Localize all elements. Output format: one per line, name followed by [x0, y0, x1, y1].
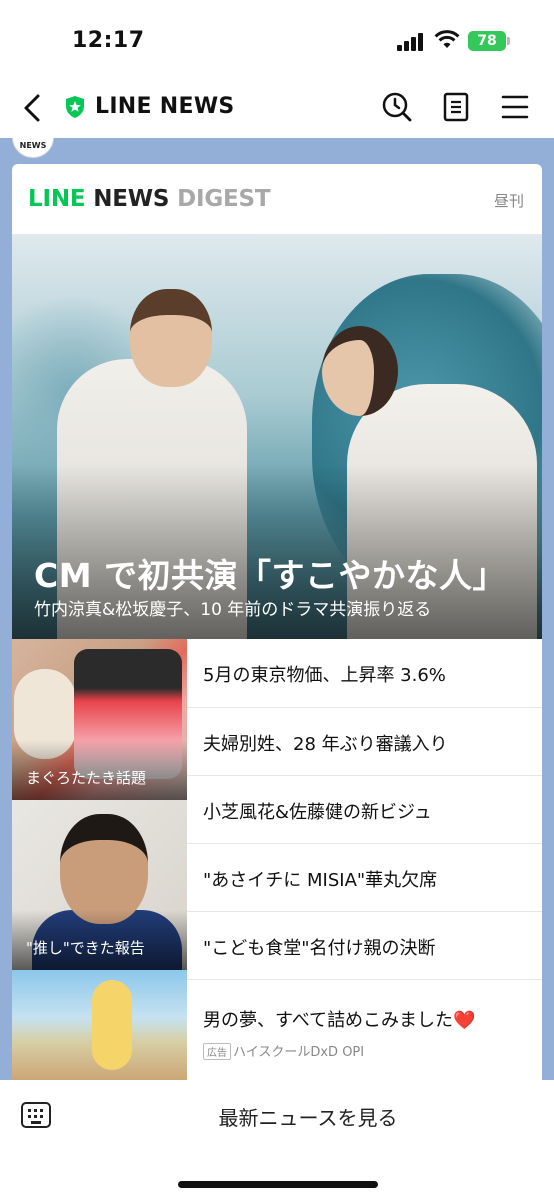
- shield-star-icon: [66, 96, 84, 118]
- thumbnail-maguro[interactable]: まぐろたたき話題: [12, 639, 187, 800]
- logo-digest: DIGEST: [177, 186, 271, 212]
- headline-text: 小芝風花&佐藤健の新ビジュ: [203, 802, 432, 823]
- cellular-signal-icon: [397, 33, 425, 51]
- headline-text: "こども食堂"名付け親の決断: [203, 938, 436, 959]
- hamburger-menu-icon[interactable]: [500, 93, 530, 121]
- headline-item[interactable]: 夫婦別姓、28 年ぶり審議入り: [187, 707, 542, 775]
- logo-line: LINE: [28, 186, 86, 212]
- headline-item[interactable]: 5月の東京物価、上昇率 3.6%: [187, 639, 542, 707]
- heart-icon: ❤️: [453, 1010, 476, 1031]
- thumbnail-caption: まぐろたたき話題: [26, 769, 147, 787]
- keyboard-icon[interactable]: [21, 1102, 51, 1128]
- battery-tip: [507, 37, 510, 45]
- digest-logo: LINE NEWS DIGEST: [28, 186, 271, 212]
- status-time: 12:17: [72, 28, 145, 53]
- home-indicator[interactable]: [178, 1181, 378, 1188]
- back-chevron-icon[interactable]: [18, 90, 48, 126]
- news-account-avatar[interactable]: NEWS: [12, 138, 54, 158]
- hero-title: CM で初共演「すこやかな人」: [34, 556, 507, 595]
- app-title: LINE NEWS: [95, 94, 235, 119]
- hero-article[interactable]: CM で初共演「すこやかな人」 竹内涼真&松坂慶子、10 年前のドラマ共演振り返…: [12, 234, 542, 639]
- ad-title: 男の夢、すべて詰めこみました❤️: [203, 1006, 475, 1032]
- article-list-icon[interactable]: [441, 91, 471, 123]
- app-header: LINE NEWS: [0, 78, 554, 138]
- ad-sponsor: ハイスクールDxD OPI: [233, 1045, 365, 1060]
- wifi-icon: [434, 30, 460, 48]
- ad-title-text: 男の夢、すべて詰めこみました: [203, 1010, 454, 1031]
- ad-item[interactable]: 男の夢、すべて詰めこみました❤️ 広告 ハイスクールDxD OPI: [187, 979, 542, 1080]
- content-area[interactable]: NEWS LINE NEWS DIGEST 昼刊 CM で初共演「すこやかな人」…: [0, 138, 554, 1080]
- headline-text: 夫婦別姓、28 年ぶり審議入り: [203, 734, 448, 755]
- thumbnail-ad[interactable]: [12, 970, 187, 1080]
- headline-item[interactable]: "こども食堂"名付け親の決断: [187, 911, 542, 979]
- status-bar: 12:17 78: [0, 0, 554, 78]
- ad-badge: 広告: [203, 1043, 231, 1060]
- thumbnail-caption: "推し"できた報告: [26, 939, 145, 957]
- thumbnail-oshi[interactable]: "推し"できた報告: [12, 800, 187, 970]
- headline-item[interactable]: 小芝風花&佐藤健の新ビジュ: [187, 775, 542, 843]
- hero-image-head-left: [130, 289, 212, 387]
- latest-news-button[interactable]: 最新ニュースを見る: [150, 1102, 466, 1132]
- thumbnail-image-face: [60, 814, 148, 924]
- headline-item[interactable]: "あさイチに MISIA"華丸欠席: [187, 843, 542, 911]
- digest-header: LINE NEWS DIGEST 昼刊: [12, 164, 542, 234]
- thumbnail-image-figure: [92, 980, 132, 1070]
- logo-news: NEWS: [93, 186, 170, 212]
- bottom-bar: 最新ニュースを見る: [0, 1080, 554, 1200]
- headline-text: 5月の東京物価、上昇率 3.6%: [203, 665, 446, 686]
- edition-label: 昼刊: [493, 192, 524, 210]
- headline-text: "あさイチに MISIA"華丸欠席: [203, 870, 438, 891]
- digest-card: LINE NEWS DIGEST 昼刊 CM で初共演「すこやかな人」 竹内涼真…: [12, 164, 542, 1080]
- hero-image-head-right: [322, 326, 398, 416]
- history-clock-icon[interactable]: [381, 91, 413, 123]
- hero-subtitle: 竹内涼真&松坂慶子、10 年前のドラマ共演振り返る: [34, 600, 432, 620]
- battery-icon: 78: [468, 31, 506, 51]
